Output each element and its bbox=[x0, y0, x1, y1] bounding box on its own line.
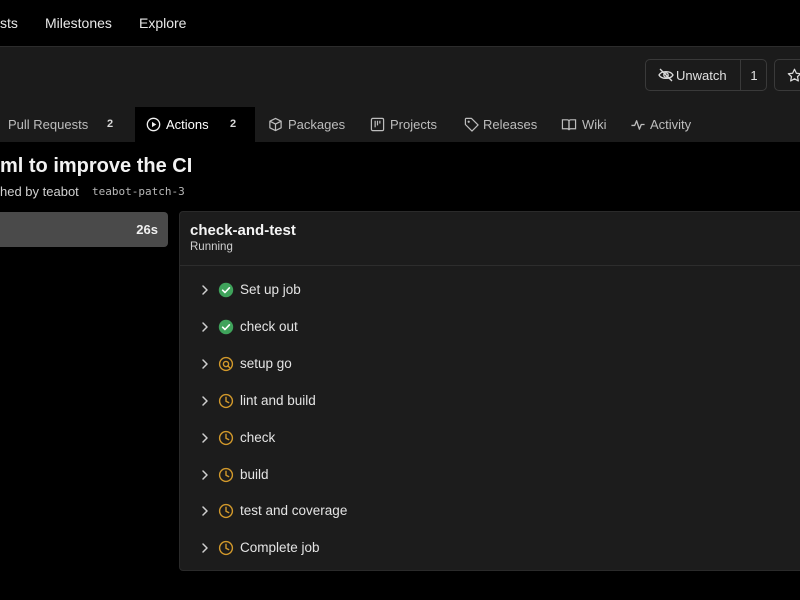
tab-pull-requests[interactable]: Pull Requests 2 bbox=[0, 107, 128, 142]
nav-link-issues[interactable]: sts bbox=[0, 15, 18, 31]
project-board-icon bbox=[370, 117, 385, 135]
step-label: setup go bbox=[240, 355, 292, 371]
clock-icon bbox=[218, 393, 234, 414]
watch-count[interactable]: 1 bbox=[747, 68, 761, 83]
star-icon bbox=[787, 68, 800, 88]
step-label: test and coverage bbox=[240, 503, 348, 519]
tab-packages[interactable]: Packages bbox=[262, 107, 357, 142]
panel-divider bbox=[180, 265, 800, 266]
chevron-right-icon[interactable] bbox=[200, 394, 210, 412]
eye-slash-icon bbox=[658, 68, 674, 87]
book-icon bbox=[561, 117, 577, 135]
tab-activity[interactable]: Activity bbox=[625, 107, 715, 142]
nav-link-explore[interactable]: Explore bbox=[139, 15, 186, 31]
package-icon bbox=[268, 117, 283, 135]
tab-count-badge: 2 bbox=[230, 118, 237, 130]
top-navigation: sts Milestones Explore bbox=[0, 0, 800, 46]
play-circle-icon bbox=[146, 117, 161, 135]
star-button[interactable] bbox=[774, 59, 800, 91]
job-name: check-and-test bbox=[190, 222, 296, 239]
unwatch-button[interactable]: Unwatch 1 bbox=[645, 59, 767, 91]
clock-icon bbox=[218, 430, 234, 451]
tab-label: Pull Requests bbox=[8, 117, 89, 132]
tab-label: Projects bbox=[390, 117, 437, 132]
tab-actions[interactable]: Actions 2 bbox=[135, 107, 255, 142]
clock-icon bbox=[218, 540, 234, 561]
chevron-right-icon[interactable] bbox=[200, 431, 210, 449]
tab-count-badge: 2 bbox=[107, 118, 114, 130]
step-label: Complete job bbox=[240, 540, 320, 556]
job-step-test-and-coverage[interactable]: test and coverage bbox=[196, 498, 596, 524]
step-label: check bbox=[240, 429, 276, 445]
check-circle-icon bbox=[218, 282, 234, 303]
chevron-right-icon[interactable] bbox=[200, 468, 210, 486]
job-step-check-out[interactable]: check out bbox=[196, 314, 596, 340]
clock-icon bbox=[218, 503, 234, 524]
tab-label: Activity bbox=[650, 117, 692, 132]
tab-label: Packages bbox=[288, 117, 346, 132]
job-step-check[interactable]: check bbox=[196, 425, 596, 451]
tag-icon bbox=[464, 117, 479, 135]
job-step-build[interactable]: build bbox=[196, 462, 596, 488]
chevron-right-icon[interactable] bbox=[200, 357, 210, 375]
running-icon bbox=[218, 356, 234, 377]
chevron-right-icon[interactable] bbox=[200, 504, 210, 522]
chevron-right-icon[interactable] bbox=[200, 320, 210, 338]
tab-label: Wiki bbox=[582, 117, 607, 132]
chevron-right-icon[interactable] bbox=[200, 283, 210, 301]
job-list-item[interactable]: 26s bbox=[0, 212, 168, 247]
chevron-right-icon[interactable] bbox=[200, 541, 210, 559]
run-title: ml to improve the CI bbox=[0, 155, 193, 177]
job-status: Running bbox=[190, 241, 233, 253]
step-label: build bbox=[240, 466, 269, 482]
run-trigger-info: hed by teabot bbox=[0, 184, 79, 199]
job-step-complete-job[interactable]: Complete job bbox=[196, 535, 596, 561]
tab-releases[interactable]: Releases bbox=[458, 107, 548, 142]
tab-wiki[interactable]: Wiki bbox=[555, 107, 620, 142]
job-duration: 26s bbox=[136, 222, 158, 237]
check-circle-icon bbox=[218, 319, 234, 340]
branch-label[interactable]: teabot-patch-3 bbox=[92, 185, 185, 198]
job-step-set-up-job[interactable]: Set up job bbox=[196, 277, 596, 303]
step-label: Set up job bbox=[240, 282, 301, 297]
tab-projects[interactable]: Projects bbox=[364, 107, 454, 142]
unwatch-label: Unwatch bbox=[676, 68, 727, 83]
clock-icon bbox=[218, 467, 234, 488]
job-step-setup-go[interactable]: setup go bbox=[196, 351, 596, 377]
job-step-lint-and-build[interactable]: lint and build bbox=[196, 388, 596, 414]
pulse-icon bbox=[630, 117, 646, 135]
step-label: check out bbox=[240, 318, 298, 334]
nav-link-milestones[interactable]: Milestones bbox=[45, 15, 112, 31]
step-label: lint and build bbox=[240, 392, 316, 408]
tab-label: Actions bbox=[166, 117, 209, 132]
watch-separator bbox=[740, 60, 741, 90]
tab-label: Releases bbox=[483, 117, 538, 132]
